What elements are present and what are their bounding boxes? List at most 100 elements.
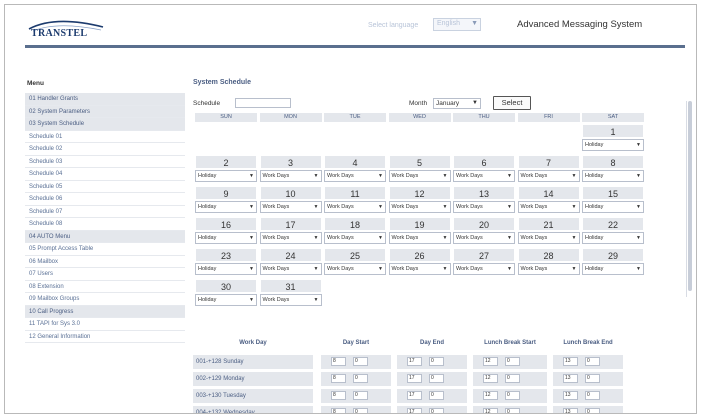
sidebar-item[interactable]: 04 AUTO Menu — [25, 230, 185, 243]
day-type-select[interactable]: Work Days ▼ — [324, 170, 386, 182]
sidebar-item[interactable]: 12 General Information — [25, 330, 185, 343]
day-type-select[interactable]: Work Days ▼ — [453, 232, 515, 244]
calendar-grid: SUN MON TUE WED THU FRI SAT 1 Holiday ▼ 2 Holiday ▼… — [193, 113, 648, 306]
calendar-day-number: 29 — [582, 248, 644, 262]
time-select[interactable]: 0 — [585, 408, 600, 413]
sidebar-item[interactable]: 06 Mailbox — [25, 255, 185, 268]
calendar-day-number: 10 — [259, 186, 322, 200]
day-type-select[interactable]: Holiday ▼ — [195, 170, 257, 182]
day-type-select[interactable]: Holiday ▼ — [582, 263, 644, 275]
sidebar-item[interactable]: 08 Extension — [25, 280, 185, 293]
day-type-select[interactable]: Work Days ▼ — [388, 263, 451, 275]
time-select[interactable]: 0 — [585, 357, 600, 366]
day-type-select[interactable]: Work Days ▼ — [453, 201, 515, 213]
time-select[interactable]: 12 — [483, 374, 498, 383]
day-type-select[interactable]: Work Days ▼ — [388, 201, 451, 213]
day-type-value: Work Days — [327, 173, 354, 179]
time-select[interactable]: 13 — [563, 374, 578, 383]
time-select[interactable]: 0 — [505, 391, 520, 400]
day-type-select[interactable]: Work Days ▼ — [259, 263, 322, 275]
sidebar-item[interactable]: Schedule 08 — [25, 218, 185, 231]
time-select[interactable]: 17 — [407, 357, 422, 366]
time-select[interactable]: 12 — [483, 357, 498, 366]
vertical-scrollbar[interactable] — [686, 101, 692, 297]
day-type-select[interactable]: Holiday ▼ — [582, 232, 644, 244]
time-select[interactable]: 0 — [505, 357, 520, 366]
time-select[interactable]: 13 — [563, 391, 578, 400]
sidebar-item[interactable]: 03 System Schedule — [25, 118, 185, 131]
time-select[interactable]: 17 — [407, 391, 422, 400]
time-select[interactable]: 12 — [483, 408, 498, 413]
calendar-day-number: 4 — [324, 155, 386, 169]
scrollbar-thumb[interactable] — [688, 101, 692, 291]
day-type-select[interactable]: Work Days ▼ — [259, 201, 322, 213]
day-type-select[interactable]: Work Days ▼ — [517, 263, 580, 275]
time-select[interactable]: 8 — [331, 374, 346, 383]
time-select[interactable]: 17 — [407, 408, 422, 413]
time-select[interactable]: 0 — [429, 357, 444, 366]
sidebar-item[interactable]: Schedule 03 — [25, 155, 185, 168]
day-type-select[interactable]: Work Days ▼ — [324, 263, 386, 275]
day-type-select[interactable]: Work Days ▼ — [453, 263, 515, 275]
time-select[interactable]: 0 — [585, 391, 600, 400]
sidebar-item[interactable]: 07 Users — [25, 268, 185, 281]
time-select[interactable]: 0 — [353, 374, 368, 383]
chevron-down-icon: ▼ — [636, 142, 641, 148]
day-type-select[interactable]: Work Days ▼ — [453, 170, 515, 182]
sidebar-item[interactable]: 10 Call Progress — [25, 305, 185, 318]
day-type-value: Work Days — [520, 235, 548, 241]
day-type-select[interactable]: Work Days ▼ — [324, 232, 386, 244]
time-select[interactable]: 0 — [505, 408, 520, 413]
day-type-select[interactable]: Work Days ▼ — [259, 170, 322, 182]
sidebar-item[interactable]: 09 Mailbox Groups — [25, 293, 185, 306]
language-select[interactable]: English ▼ — [433, 18, 481, 31]
time-select[interactable]: 12 — [483, 391, 498, 400]
day-type-select[interactable]: Holiday ▼ — [195, 294, 257, 306]
sidebar-item[interactable]: 11 TAPI for Sys 3.0 — [25, 318, 185, 331]
day-type-select[interactable]: Holiday ▼ — [195, 201, 257, 213]
sidebar-item[interactable]: Schedule 04 — [25, 168, 185, 181]
language-select-value: English — [437, 20, 460, 27]
day-type-select[interactable]: Holiday ▼ — [582, 170, 644, 182]
time-select[interactable]: 13 — [563, 357, 578, 366]
day-type-select[interactable]: Holiday ▼ — [582, 201, 644, 213]
time-select[interactable]: 0 — [353, 408, 368, 413]
sidebar-item[interactable]: 02 System Parameters — [25, 105, 185, 118]
select-button[interactable]: Select — [493, 96, 531, 110]
time-select[interactable]: 0 — [429, 374, 444, 383]
time-select[interactable]: 0 — [353, 391, 368, 400]
day-type-select[interactable]: Work Days ▼ — [517, 201, 580, 213]
time-select[interactable]: 13 — [563, 408, 578, 413]
day-type-select[interactable]: Work Days ▼ — [259, 232, 322, 244]
sidebar-item[interactable]: Schedule 07 — [25, 205, 185, 218]
calendar-day-cell: 25 Work Days ▼ — [324, 248, 386, 278]
day-type-select[interactable]: Work Days ▼ — [324, 201, 386, 213]
day-type-select[interactable]: Work Days ▼ — [259, 294, 322, 306]
day-type-select[interactable]: Work Days ▼ — [517, 232, 580, 244]
time-select[interactable]: 8 — [331, 391, 346, 400]
weekday-header: SAT — [582, 113, 644, 122]
time-select[interactable]: 0 — [585, 374, 600, 383]
time-select[interactable]: 0 — [505, 374, 520, 383]
day-type-select[interactable]: Holiday ▼ — [582, 139, 644, 151]
sidebar-item[interactable]: 01 Handler Grants — [25, 93, 185, 106]
sidebar-item[interactable]: Schedule 05 — [25, 180, 185, 193]
time-select[interactable]: 0 — [429, 408, 444, 413]
time-select[interactable]: 0 — [353, 357, 368, 366]
day-type-select[interactable]: Work Days ▼ — [388, 170, 451, 182]
day-type-select[interactable]: Work Days ▼ — [388, 232, 451, 244]
sidebar-item[interactable]: Schedule 02 — [25, 143, 185, 156]
month-select[interactable]: January ▼ — [433, 98, 481, 109]
time-select[interactable]: 0 — [429, 391, 444, 400]
sidebar-item[interactable]: Schedule 06 — [25, 193, 185, 206]
day-type-select[interactable]: Holiday ▼ — [195, 232, 257, 244]
time-select[interactable]: 17 — [407, 374, 422, 383]
sidebar-item[interactable]: Schedule 01 — [25, 130, 185, 143]
sidebar-item[interactable]: 05 Prompt Access Table — [25, 243, 185, 256]
day-type-select[interactable]: Holiday ▼ — [195, 263, 257, 275]
time-select[interactable]: 8 — [331, 357, 346, 366]
time-select[interactable]: 8 — [331, 408, 346, 413]
day-type-select[interactable]: Work Days ▼ — [517, 170, 580, 182]
month-label: Month — [409, 100, 428, 107]
schedule-input[interactable] — [235, 98, 291, 108]
